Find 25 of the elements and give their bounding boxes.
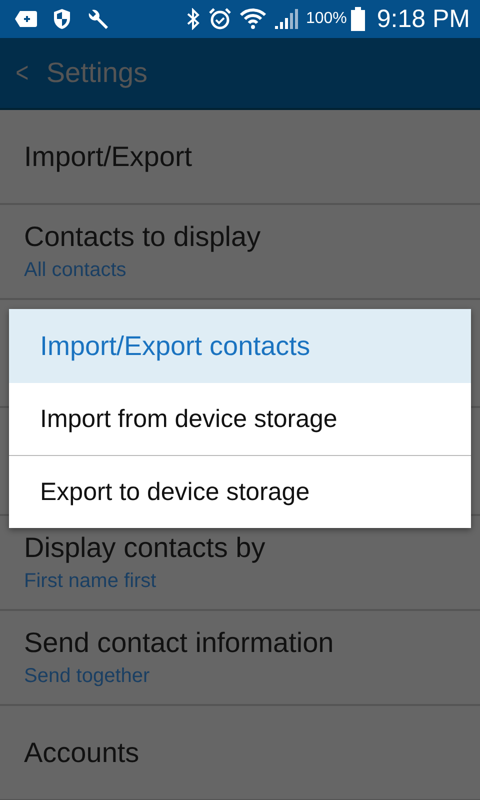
item-title: Import/Export [24,140,194,172]
clock-time: 9:18 PM [376,4,470,34]
wrench-icon [86,7,110,31]
item-summary: All contacts [24,259,128,282]
item-title: Display contacts by [24,532,266,564]
item-title: Contacts to display [24,221,262,253]
settings-item[interactable]: Send contact information Send together [0,611,480,706]
settings-item[interactable]: Import/Export [0,110,480,205]
item-title: Accounts [24,736,140,768]
dialog-title: Import/Export contacts [9,309,471,383]
settings-item[interactable]: Contacts to display All contacts [0,205,480,300]
dialog-option[interactable]: Import from device storage [9,383,471,455]
settings-item[interactable]: Accounts [0,706,480,800]
bluetooth-icon [186,8,200,30]
battery-icon [350,7,365,31]
item-title: Send contact information [24,627,335,659]
shield-icon [52,8,72,30]
back-button[interactable]: < [16,57,29,89]
alarm-clock-icon [208,7,232,31]
item-summary: First name first [24,570,158,593]
item-summary: Send together [24,665,151,688]
signal-icon [274,8,298,30]
battery-percentage: 100% [306,10,347,28]
wifi-icon [240,8,266,30]
screen-title: Settings [46,57,148,89]
